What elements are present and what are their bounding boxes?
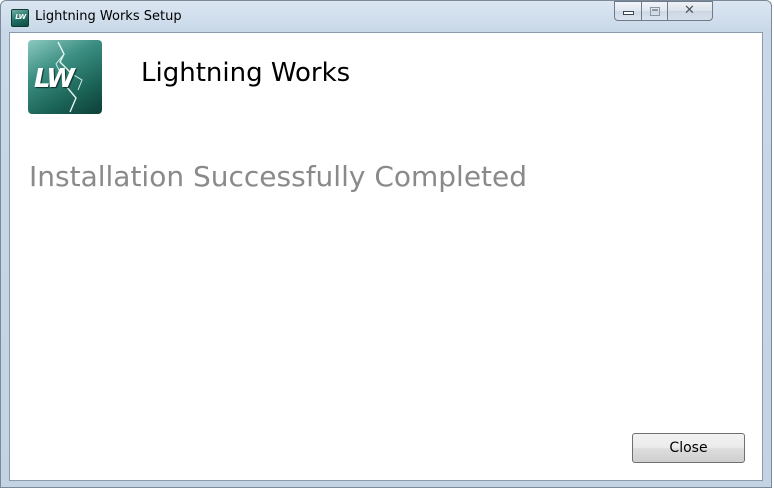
lightning-works-logo-icon[interactable]: LW: [11, 9, 29, 27]
minimize-icon: [623, 11, 634, 15]
minimize-button[interactable]: [614, 1, 642, 21]
product-logo: LW: [28, 40, 102, 114]
setup-window: LW Lightning Works Setup ✕: [0, 0, 772, 488]
installation-status: Installation Successfully Completed: [29, 160, 528, 193]
product-title: Lightning Works: [141, 58, 351, 88]
maximize-button[interactable]: [641, 1, 668, 21]
close-button[interactable]: Close: [632, 433, 745, 463]
caption-buttons: ✕: [614, 1, 768, 21]
close-icon: ✕: [684, 3, 695, 18]
logo-label: LW: [34, 64, 75, 94]
window-close-button[interactable]: ✕: [667, 1, 713, 21]
app-icon-label: LW: [15, 13, 26, 21]
maximize-icon: [650, 7, 660, 16]
title-bar[interactable]: LW Lightning Works Setup ✕: [1, 1, 771, 33]
window-title: Lightning Works Setup: [35, 9, 182, 24]
content-panel: [9, 32, 763, 481]
